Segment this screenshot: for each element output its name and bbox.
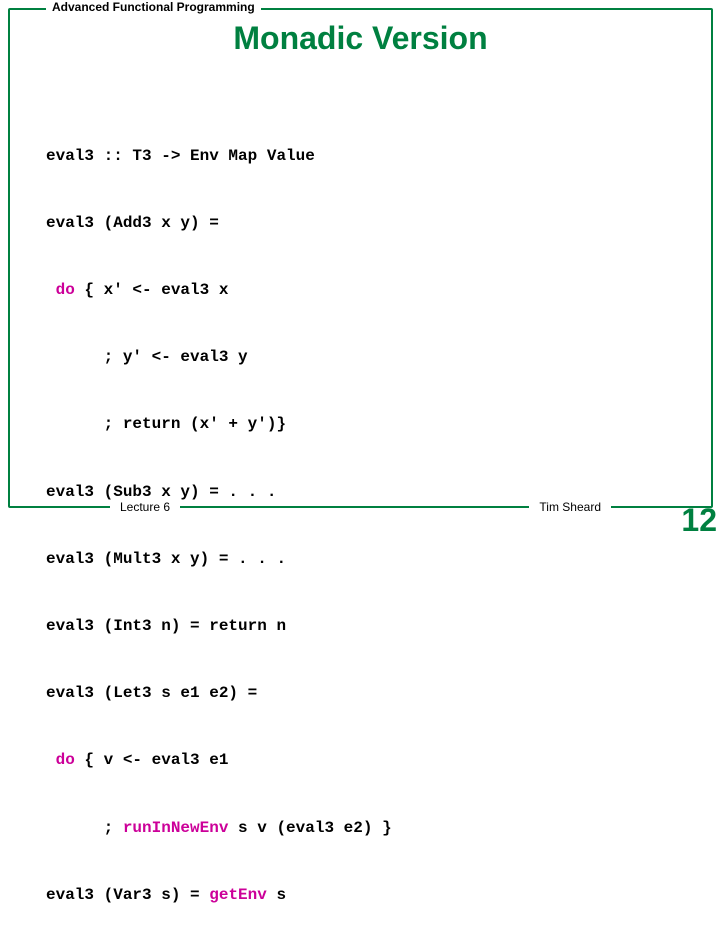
code-line: eval3 (Int3 n) = return n	[46, 615, 392, 637]
course-label: Advanced Functional Programming	[46, 0, 261, 14]
keyword: do	[56, 751, 75, 769]
author-label: Tim Sheard	[529, 500, 611, 514]
keyword: runInNewEnv	[123, 819, 229, 837]
code-line: ; y' <- eval3 y	[46, 346, 392, 368]
code-line: eval3 :: T3 -> Env Map Value	[46, 145, 392, 167]
page-number: 12	[681, 502, 717, 539]
code-line: eval3 (Let3 s e1 e2) =	[46, 682, 392, 704]
lecture-label: Lecture 6	[110, 500, 180, 514]
code-line: eval3 (Mult3 x y) = . . .	[46, 548, 392, 570]
code-line: eval3 (Add3 x y) =	[46, 212, 392, 234]
code-line: do { x' <- eval3 x	[46, 279, 392, 301]
code-line: ; return (x' + y')}	[46, 413, 392, 435]
code-line: ; runInNewEnv s v (eval3 e2) }	[46, 817, 392, 839]
slide-frame: Advanced Functional Programming Monadic …	[8, 8, 713, 508]
slide-title: Monadic Version	[10, 20, 711, 57]
keyword: getEnv	[209, 886, 267, 904]
code-line: do { v <- eval3 e1	[46, 749, 392, 771]
slide-footer: Lecture 6 Tim Sheard	[10, 500, 711, 518]
code-line: eval3 (Var3 s) = getEnv s	[46, 884, 392, 906]
code-block: eval3 :: T3 -> Env Map Value eval3 (Add3…	[46, 100, 392, 951]
keyword: do	[56, 281, 75, 299]
